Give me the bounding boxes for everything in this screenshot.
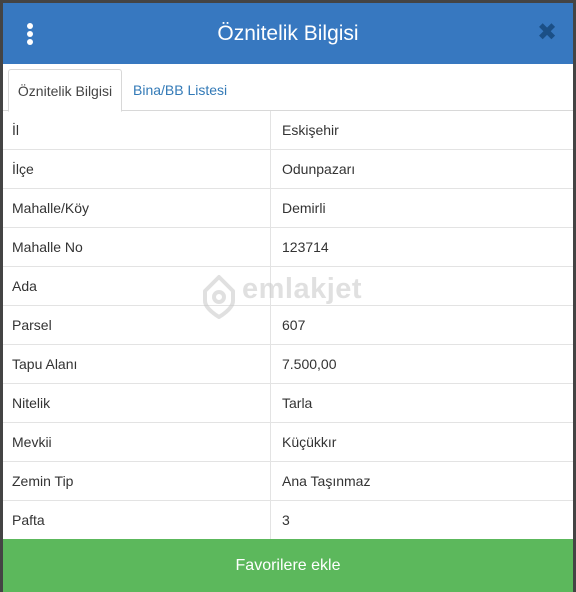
row-key: İlçe — [3, 150, 271, 189]
table-row: Mahalle/Köy Demirli — [3, 189, 573, 228]
table-row: Mevkii Küçükkır — [3, 423, 573, 462]
row-key: Tapu Alanı — [3, 345, 271, 384]
table-row: Mahalle No 123714 — [3, 228, 573, 267]
row-key: Mevkii — [3, 423, 271, 462]
row-value: Küçükkır — [282, 434, 337, 450]
row-key: İl — [3, 111, 271, 150]
table-row: Tapu Alanı 7.500,00 — [3, 345, 573, 384]
row-key: Pafta — [3, 501, 271, 540]
row-key: Mahalle No — [3, 228, 271, 267]
row-key: Ada — [3, 267, 271, 306]
attribute-info-modal: Öznitelik Bilgisi ✖ Öznitelik Bilgisi Bi… — [3, 3, 573, 592]
attribute-table: İl Eskişehir İlçe Odunpazarı Mahalle/Köy… — [3, 111, 573, 540]
row-key: Zemin Tip — [3, 462, 271, 501]
row-value: Ana Taşınmaz — [282, 473, 371, 489]
row-key: Nitelik — [3, 384, 271, 423]
add-to-favorites-button[interactable]: Favorilere ekle — [3, 539, 573, 592]
row-key: Mahalle/Köy — [3, 189, 271, 228]
table-row: Pafta 3 — [3, 501, 573, 540]
table-row: Parsel 607 — [3, 306, 573, 345]
close-icon[interactable]: ✖ — [535, 21, 559, 45]
row-value: Demirli — [282, 200, 326, 216]
table-row: İl Eskişehir — [3, 111, 573, 150]
tab-bar: Öznitelik Bilgisi Bina/BB Listesi — [3, 64, 573, 112]
row-key: Parsel — [3, 306, 271, 345]
modal-header: Öznitelik Bilgisi ✖ — [3, 3, 573, 64]
table-row: İlçe Odunpazarı — [3, 150, 573, 189]
row-value: 607 — [282, 317, 306, 333]
row-value: 3 — [282, 512, 290, 528]
table-row: Nitelik Tarla — [3, 384, 573, 423]
table-row: Zemin Tip Ana Taşınmaz — [3, 462, 573, 501]
tab-attribute-info[interactable]: Öznitelik Bilgisi — [8, 69, 122, 112]
row-value: 123714 — [282, 239, 329, 255]
tab-building-list[interactable]: Bina/BB Listesi — [123, 69, 237, 112]
table-row: Ada — [3, 267, 573, 306]
row-value: 7.500,00 — [282, 356, 337, 372]
row-value: Eskişehir — [282, 122, 339, 138]
modal-title: Öznitelik Bilgisi — [217, 22, 359, 45]
row-value: Tarla — [282, 395, 313, 411]
row-value: Odunpazarı — [282, 161, 356, 177]
row-value — [271, 267, 573, 306]
